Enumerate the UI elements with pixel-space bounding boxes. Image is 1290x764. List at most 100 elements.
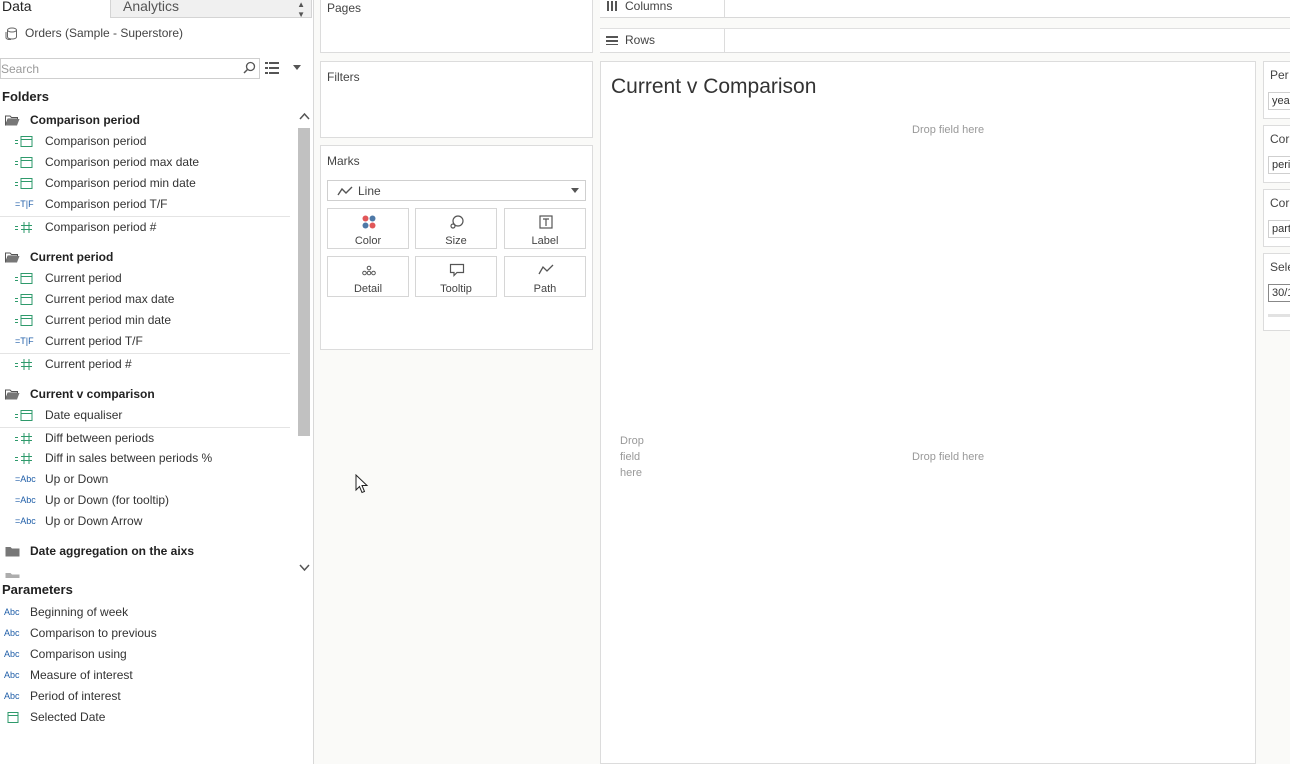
parameter-item[interactable]: Abc Measure of interest <box>0 665 296 686</box>
number-icon <box>15 359 32 370</box>
parameter-item[interactable]: Abc Period of interest <box>0 686 296 707</box>
parameter-label: Period of interest <box>30 689 121 703</box>
list-view-icon[interactable] <box>265 62 279 74</box>
field-label: Current period # <box>45 357 132 371</box>
rows-shelf[interactable]: Rows <box>600 28 1290 53</box>
field-label: Up or Down Arrow <box>45 514 143 528</box>
filters-card[interactable]: Filters <box>320 61 593 138</box>
field-item[interactable]: Current period min date <box>0 310 290 331</box>
field-item[interactable]: =Abc Up or Down Arrow <box>0 511 290 532</box>
parameter-item[interactable]: Abc Beginning of week <box>0 602 296 623</box>
field-label: Date equaliser <box>45 408 123 422</box>
size-button[interactable]: Size <box>415 208 497 249</box>
drop-main-hint[interactable]: Drop field here <box>912 451 984 463</box>
field-item[interactable]: Current period <box>0 268 290 289</box>
field-item[interactable]: =Abc Up or Down <box>0 469 290 490</box>
path-icon <box>538 264 554 275</box>
field-item[interactable]: Current period max date <box>0 289 290 310</box>
parameters-heading: Parameters <box>2 582 73 597</box>
control-title: Cor <box>1270 132 1290 146</box>
parameter-label: Comparison to previous <box>30 626 157 640</box>
control-title: Sele <box>1270 260 1290 274</box>
chevron-up-icon[interactable] <box>299 112 310 121</box>
folder-date-aggregation[interactable]: Date aggregation on the aixs <box>0 541 296 562</box>
field-item[interactable]: Diff in sales between periods % <box>0 448 290 469</box>
up-down-arrows-icon: ▲ ▼ <box>297 0 305 19</box>
visualization-canvas[interactable]: Current v Comparison Drop field here Dro… <box>600 61 1256 764</box>
string-icon: Abc <box>4 628 20 638</box>
color-button[interactable]: Color <box>327 208 409 249</box>
field-item[interactable]: Comparison period min date <box>0 173 290 194</box>
field-item[interactable]: Current period # <box>0 353 290 374</box>
shelf-divider <box>724 29 725 52</box>
tab-data[interactable]: Data <box>0 0 110 18</box>
viz-title[interactable]: Current v Comparison <box>611 75 816 99</box>
search-input[interactable] <box>0 58 260 79</box>
label-label: Label <box>531 235 559 247</box>
path-label: Path <box>533 283 557 295</box>
datasource-item[interactable]: Orders (Sample - Superstore) <box>0 24 312 44</box>
mouse-cursor-icon <box>355 474 369 494</box>
folders-list: Comparison period Comparison period Comp… <box>0 110 296 578</box>
label-button[interactable]: Label <box>504 208 586 249</box>
scrollbar-thumb[interactable] <box>298 128 310 436</box>
parameter-item[interactable]: Selected Date <box>0 707 296 728</box>
folder-partial-hidden[interactable] <box>0 567 296 578</box>
mark-type-select[interactable]: Line <box>327 180 586 201</box>
field-item[interactable]: Date equaliser <box>0 405 290 426</box>
drop-rows-hint[interactable]: Drop field here <box>620 433 660 481</box>
control-value[interactable]: part <box>1268 220 1290 238</box>
boolean-icon: =T|F <box>15 199 34 209</box>
folder-closed-icon <box>5 573 20 578</box>
field-item[interactable]: Diff between periods <box>0 427 290 448</box>
field-label: Comparison period # <box>45 220 157 234</box>
folder-current-period[interactable]: Current period <box>0 247 296 268</box>
parameter-label: Beginning of week <box>30 605 129 619</box>
field-item[interactable]: =T|F Comparison period T/F <box>0 194 290 215</box>
control-value[interactable]: yea <box>1268 92 1290 110</box>
date-slider[interactable] <box>1268 314 1290 317</box>
string-icon: =Abc <box>15 474 36 484</box>
drop-columns-hint[interactable]: Drop field here <box>912 124 984 136</box>
folders-scroll-area: Comparison period Comparison period Comp… <box>0 110 312 578</box>
search-icon[interactable] <box>243 61 256 74</box>
folder-label: Date aggregation on the aixs <box>30 544 195 558</box>
folder-current-v-comparison[interactable]: Current v comparison <box>0 384 296 405</box>
columns-shelf[interactable]: Columns <box>600 0 1290 18</box>
string-icon: Abc <box>4 649 20 659</box>
control-value[interactable]: 30/1 <box>1268 284 1290 302</box>
tab-analytics[interactable]: Analytics ▲ ▼ <box>110 0 312 19</box>
chevron-down-icon <box>571 188 579 193</box>
color-icon <box>362 215 376 229</box>
shelf-divider <box>724 0 725 17</box>
detail-button[interactable]: Detail <box>327 256 409 297</box>
parameter-item[interactable]: Abc Comparison using <box>0 644 296 665</box>
folders-scrollbar[interactable] <box>297 110 312 578</box>
folder-comparison-period[interactable]: Comparison period <box>0 110 296 131</box>
parameter-item[interactable]: Abc Comparison to previous <box>0 623 296 644</box>
parameter-label: Selected Date <box>30 710 106 724</box>
path-button[interactable]: Path <box>504 256 586 297</box>
tooltip-button[interactable]: Tooltip <box>415 256 497 297</box>
field-label: Current period min date <box>45 313 172 327</box>
field-item[interactable]: =Abc Up or Down (for tooltip) <box>0 490 290 511</box>
calendar-icon <box>7 712 19 723</box>
calendar-icon <box>15 178 33 189</box>
control-value[interactable]: peri <box>1268 156 1290 174</box>
columns-icon <box>607 1 617 11</box>
field-item[interactable]: Comparison period # <box>0 216 290 237</box>
calendar-icon <box>15 294 33 305</box>
parameter-control-period: Per yea <box>1263 61 1290 119</box>
boolean-icon: =T|F <box>15 336 34 346</box>
control-title: Cor <box>1270 196 1290 210</box>
pages-card[interactable]: Pages <box>320 0 593 53</box>
calendar-icon <box>15 410 33 421</box>
field-item[interactable]: Comparison period max date <box>0 152 290 173</box>
chevron-down-icon[interactable] <box>299 563 310 572</box>
chevron-down-icon[interactable] <box>292 62 302 72</box>
field-label: Current period <box>45 271 122 285</box>
field-item[interactable]: =T|F Current period T/F <box>0 331 290 352</box>
tooltip-icon <box>449 263 465 277</box>
field-item[interactable]: Comparison period <box>0 131 290 152</box>
pages-title: Pages <box>327 1 362 15</box>
